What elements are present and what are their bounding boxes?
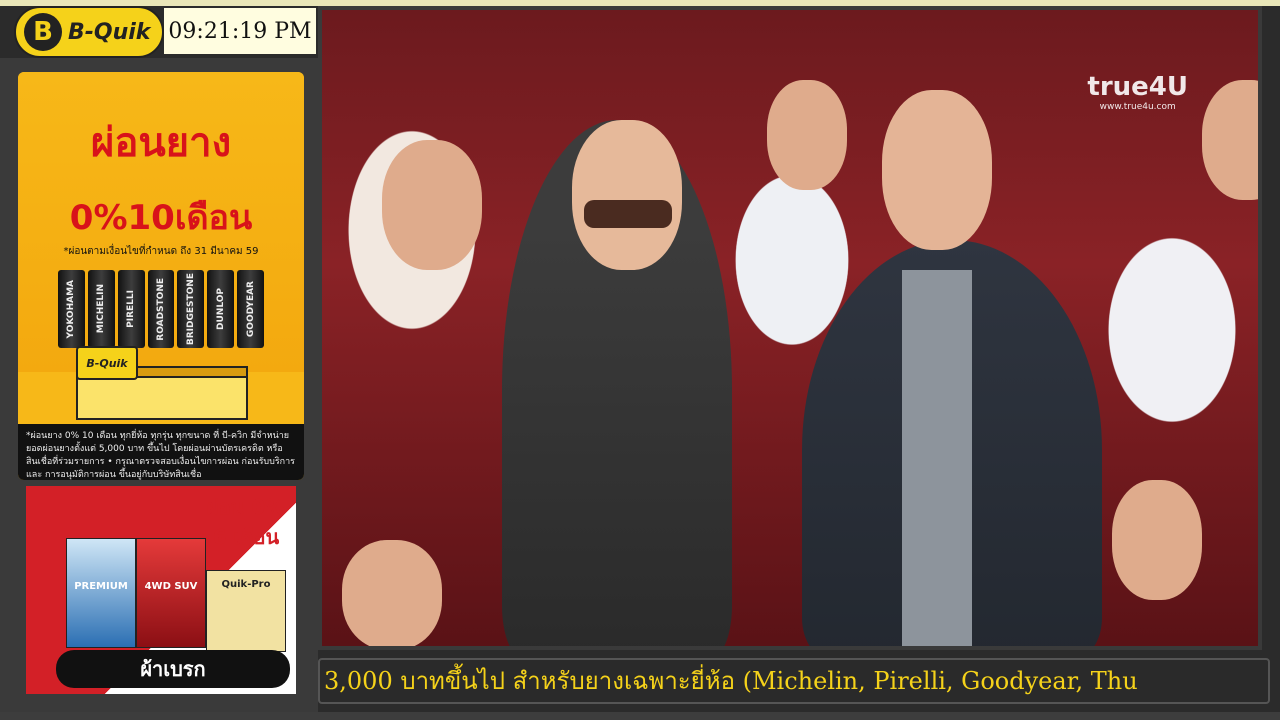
tyre-image: ROADSTONE <box>147 270 175 348</box>
tyre-brand: BRIDGESTONE <box>185 272 196 346</box>
product-box: Quik-Pro <box>206 570 286 652</box>
clock-display: 09:21:19 PM <box>164 8 316 54</box>
ad-note: *ผ่อนตามเงื่อนไขที่กำหนด ถึง 31 มีนาคม 5… <box>63 246 259 257</box>
brake-pad-ad[interactable]: ผ่อน 0% 6 เดือน PREMIUM 4WD SUV Quik-Pro… <box>26 486 296 694</box>
logo-badge: B <box>24 13 62 51</box>
audience-member <box>1112 480 1202 600</box>
product-box: PREMIUM <box>66 538 136 648</box>
shop-sign: B-Quik <box>76 346 138 380</box>
shop-illustration: B-Quik <box>76 346 248 420</box>
tyre-installment-ad[interactable]: ผ่อนยาง 0%10เดือน *ผ่อนตามเงื่อนไขที่กำห… <box>18 72 304 480</box>
host-shirt <box>902 270 972 646</box>
tyre-image: MICHELIN <box>87 270 115 348</box>
ad-promo: ผ่อน 0% 6 เดือน <box>196 492 296 552</box>
channel-name: true4U <box>1087 72 1188 102</box>
shop-body <box>76 376 248 420</box>
channel-url: www.true4u.com <box>1099 102 1176 112</box>
ad-label: ผ้าเบรก <box>56 650 290 688</box>
tyre-image: YOKOHAMA <box>58 270 85 348</box>
news-ticker: 3,000 บาทขึ้นไป สำหรับยางเฉพาะยี่ห้อ (Mi… <box>318 658 1270 704</box>
sunglasses <box>584 200 672 228</box>
tyre-brand: YOKOHAMA <box>66 279 77 339</box>
tyre-lineup: YOKOHAMA MICHELIN PIRELLI ROADSTONE BRID… <box>58 270 265 348</box>
product-box: 4WD SUV <box>136 538 206 648</box>
tyre-brand: DUNLOP <box>215 288 226 330</box>
video-player[interactable]: true4U www.true4u.com <box>318 6 1262 650</box>
audience-member <box>382 140 482 270</box>
tyre-brand: MICHELIN <box>96 284 107 334</box>
bottom-strip <box>0 712 1280 720</box>
tyre-image: PIRELLI <box>117 270 145 348</box>
tyre-image: GOODYEAR <box>237 270 265 348</box>
ad-fine-print: *ผ่อนยาง 0% 10 เดือน ทุกยี่ห้อ ทุกรุ่น ท… <box>18 424 304 480</box>
tyre-brand: GOODYEAR <box>245 280 256 338</box>
host-head <box>882 90 992 250</box>
ad-title: ผ่อนยาง <box>90 120 232 166</box>
ad-promo-line: ผ่อน 0% <box>206 495 286 519</box>
tyre-brand: PIRELLI <box>126 290 137 328</box>
audience-member <box>767 80 847 190</box>
brand-logo: B B-Quik <box>14 6 164 58</box>
channel-logo: true4U www.true4u.com <box>1087 72 1188 112</box>
audience-member <box>342 540 442 646</box>
tyre-image: BRIDGESTONE <box>177 270 205 348</box>
host-head <box>572 120 682 270</box>
tyre-brand: ROADSTONE <box>156 277 166 341</box>
shop-roof <box>136 366 248 378</box>
logo-text: B-Quik <box>68 19 151 45</box>
ad-promo-line: 6 เดือน <box>212 525 280 549</box>
tyre-image: DUNLOP <box>207 270 235 348</box>
ad-promo: 0%10เดือน <box>69 198 253 238</box>
